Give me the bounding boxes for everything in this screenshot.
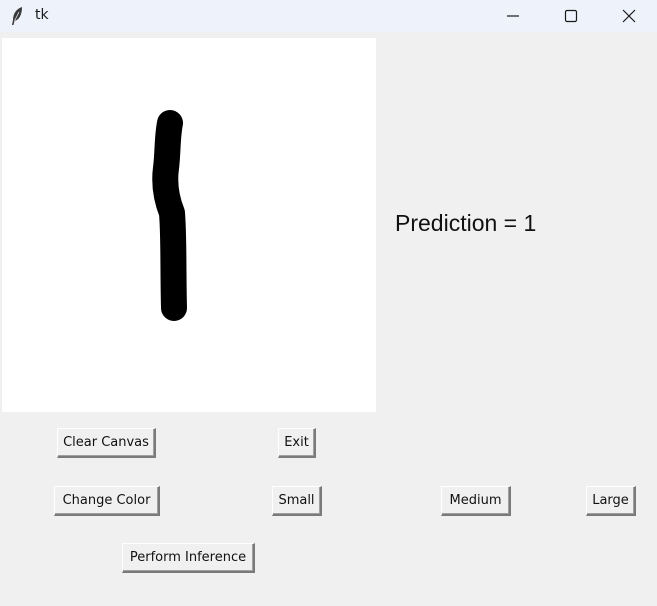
drawing-canvas[interactable] — [2, 38, 376, 412]
minimize-icon — [507, 15, 519, 17]
close-button[interactable] — [606, 0, 652, 32]
window-title: tk — [35, 7, 49, 23]
title-bar[interactable]: tk — [0, 0, 657, 32]
maximize-button[interactable] — [548, 0, 594, 32]
large-brush-button[interactable]: Large — [586, 486, 636, 516]
maximize-icon — [564, 9, 578, 23]
small-brush-button[interactable]: Small — [272, 486, 322, 516]
feather-icon — [10, 6, 24, 26]
exit-button[interactable]: Exit — [278, 428, 316, 458]
perform-inference-button[interactable]: Perform Inference — [122, 543, 255, 573]
close-icon — [622, 9, 636, 23]
app-window: tk Prediction = 1 Clear Canvas Exit Chan… — [0, 0, 657, 606]
prediction-label: Prediction = 1 — [395, 210, 537, 236]
clear-canvas-button[interactable]: Clear Canvas — [57, 428, 156, 458]
change-color-button[interactable]: Change Color — [54, 486, 160, 516]
medium-brush-button[interactable]: Medium — [441, 486, 511, 516]
drawn-stroke — [152, 110, 187, 321]
minimize-button[interactable] — [490, 0, 536, 32]
